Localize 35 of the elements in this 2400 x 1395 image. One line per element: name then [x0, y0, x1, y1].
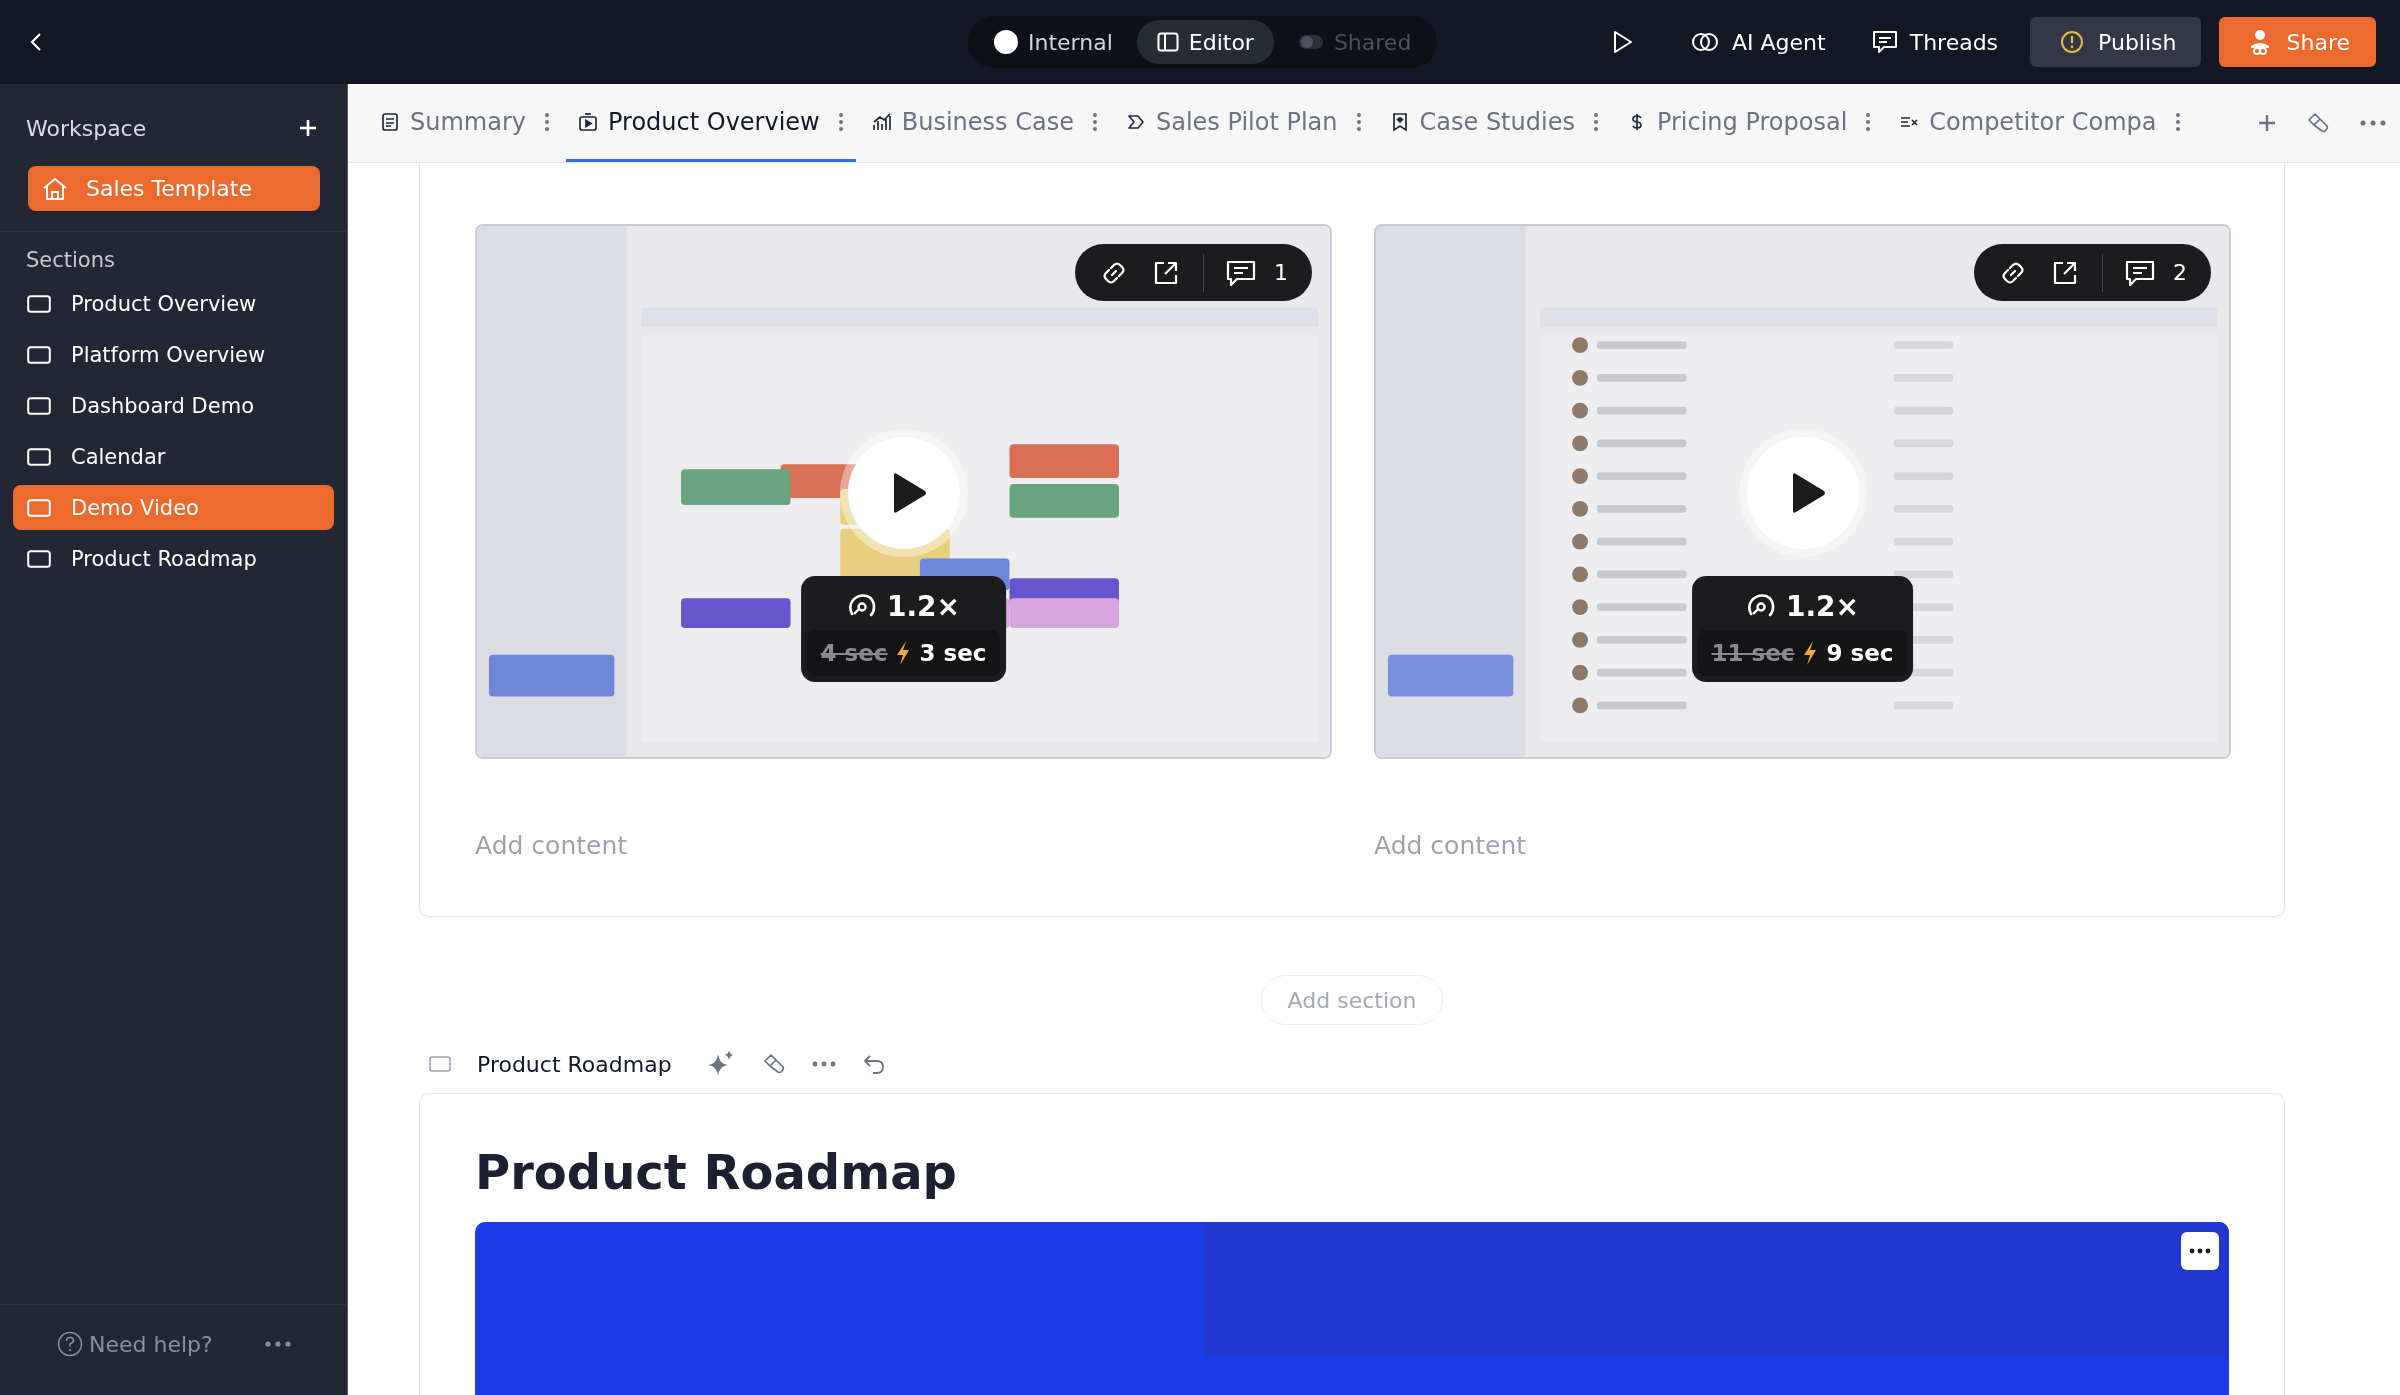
tab[interactable]: Competitor Compa: [1887, 84, 2193, 162]
sidebar-item[interactable]: Platform Overview: [13, 332, 334, 377]
toolbar-button[interactable]: Threads: [1857, 17, 2013, 67]
home-button[interactable]: Sales Template: [28, 166, 320, 211]
tab[interactable]: Summary: [368, 84, 562, 162]
comments-button[interactable]: 1: [1226, 258, 1288, 287]
add-content-placeholder[interactable]: Add content: [475, 831, 628, 860]
speed-value: 1.2×: [1785, 589, 1860, 623]
publish-button[interactable]: Publish: [2030, 17, 2201, 67]
tab[interactable]: Business Case: [859, 84, 1110, 162]
section-label: Product Roadmap: [477, 1051, 672, 1077]
section-heading: Product Roadmap: [475, 1144, 958, 1200]
comments-button[interactable]: 2: [2125, 258, 2187, 287]
help-link[interactable]: Need help?: [57, 1331, 213, 1357]
workspace-title: Workspace: [26, 115, 147, 141]
share-button[interactable]: Share: [2218, 17, 2376, 67]
new-duration: 3 sec: [919, 640, 987, 666]
old-duration: 4 sec: [820, 640, 888, 666]
tab[interactable]: Case Studies: [1377, 84, 1611, 162]
sidebar-item[interactable]: Demo Video: [13, 485, 334, 530]
sidebar-item[interactable]: Product Overview: [13, 281, 334, 326]
mode-tab[interactable]: Editor: [1136, 20, 1274, 64]
old-duration: 11 sec: [1711, 640, 1795, 666]
tab[interactable]: Sales Pilot Plan: [1113, 84, 1374, 162]
mode-tab[interactable]: Internal: [974, 20, 1133, 64]
tab[interactable]: Pricing Proposal: [1614, 84, 1884, 162]
sidebar-item[interactable]: Product Roadmap: [13, 536, 334, 581]
sidebar-item[interactable]: Dashboard Demo: [13, 383, 334, 428]
sections-heading: Sections: [25, 247, 116, 274]
speed-value: 1.2×: [886, 589, 961, 623]
sidebar-item[interactable]: Calendar: [13, 434, 334, 479]
add-content-placeholder[interactable]: Add content: [1374, 831, 1527, 860]
toolbar-button[interactable]: AI Agent: [1676, 17, 1840, 67]
add-section-button[interactable]: Add section: [1260, 975, 1444, 1025]
new-duration: 9 sec: [1826, 640, 1894, 666]
